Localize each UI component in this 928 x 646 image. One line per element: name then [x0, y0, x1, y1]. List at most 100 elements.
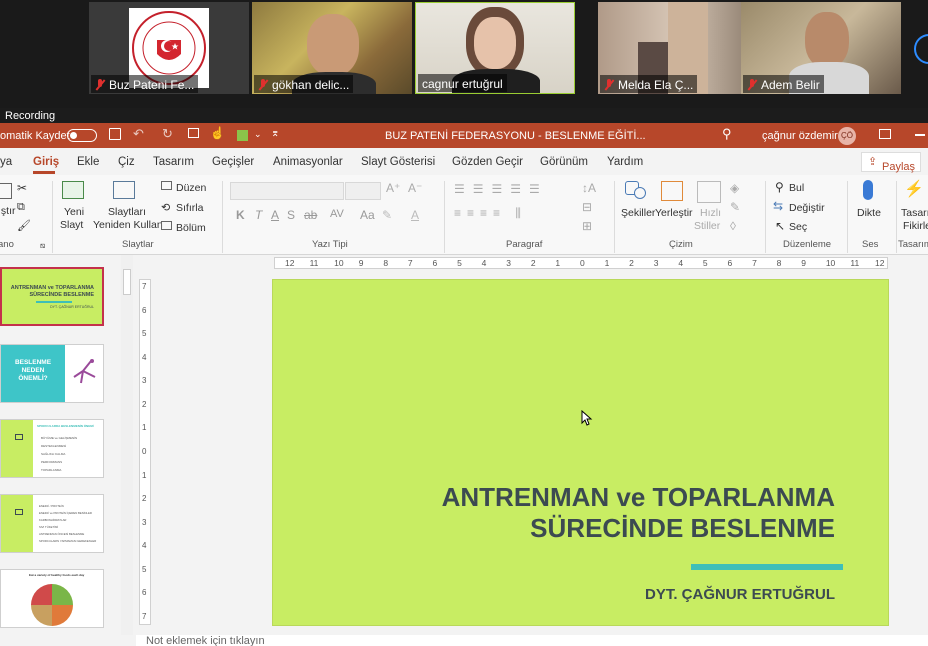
- quick-styles-icon[interactable]: [697, 181, 721, 203]
- tab-home[interactable]: Giriş: [33, 156, 59, 168]
- minimize-icon[interactable]: [915, 134, 925, 136]
- italic-icon[interactable]: T: [255, 208, 262, 222]
- section-button[interactable]: Bölüm: [176, 222, 206, 234]
- font-size-select[interactable]: [345, 182, 381, 200]
- slide-thumbnail-4[interactable]: ENERJİ / PROTEİN ENERJİ ve PROTEİN İÇERE…: [0, 494, 104, 553]
- slide-thumbnail-5[interactable]: Eat a variety of healthy foods each day: [0, 569, 104, 628]
- autosave-toggle[interactable]: [67, 129, 97, 142]
- designer-label-2[interactable]: Fikirle: [903, 220, 928, 232]
- shape-fill-icon[interactable]: ◈: [730, 181, 739, 195]
- tab-draw[interactable]: Çiz: [118, 156, 135, 168]
- share-icon: ⇪: [868, 156, 878, 168]
- reuse-slides-label[interactable]: Slaytları: [108, 206, 146, 218]
- chevron-down-icon[interactable]: ⌄: [254, 129, 262, 140]
- shapes-button[interactable]: Şekiller: [621, 207, 655, 219]
- reuse-slides-icon[interactable]: [113, 181, 135, 199]
- tab-slideshow[interactable]: Slayt Gösterisi: [361, 156, 435, 168]
- thumbnails-scrollbar[interactable]: [121, 255, 133, 635]
- dialog-launcher-icon[interactable]: ⧅: [40, 241, 45, 251]
- strikethrough-icon[interactable]: ab: [304, 208, 317, 222]
- color-icon[interactable]: [237, 130, 248, 141]
- participant-tile-3[interactable]: cagnur ertuğrul: [415, 2, 575, 94]
- select-button[interactable]: Seç: [789, 221, 807, 233]
- undo-icon[interactable]: ↶: [133, 126, 144, 142]
- arrange-icon[interactable]: [661, 181, 683, 201]
- paste-icon[interactable]: [0, 183, 12, 199]
- new-slide-label[interactable]: Yeni: [64, 206, 84, 218]
- highlight-icon[interactable]: ✎: [382, 208, 392, 222]
- underline-icon[interactable]: A: [271, 208, 279, 222]
- save-icon[interactable]: [109, 128, 121, 140]
- copy-icon[interactable]: ⧉: [17, 201, 25, 214]
- slide-thumbnail-2[interactable]: BESLENME NEDEN ÖNEMLİ?: [0, 344, 104, 403]
- next-page-button[interactable]: [914, 34, 928, 64]
- shape-outline-icon[interactable]: ✎: [730, 200, 740, 214]
- smartart-icon[interactable]: ⊞: [582, 219, 592, 233]
- slide-title[interactable]: ANTRENMAN ve TOPARLANMA SÜRECİNDE BESLEN…: [315, 482, 835, 544]
- tab-transitions[interactable]: Geçişler: [212, 156, 254, 168]
- participant-tile-4[interactable]: Melda Ela Ç...: [598, 2, 758, 94]
- quick-styles-label[interactable]: Hızlı: [700, 207, 721, 219]
- designer-icon[interactable]: ⚡: [904, 179, 924, 199]
- slide-thumbnail-1[interactable]: ANTRENMAN ve TOPARLANMA SÜRECİNDE BESLEN…: [0, 267, 104, 326]
- font-color-icon[interactable]: A: [411, 208, 419, 222]
- tab-file[interactable]: ya: [0, 156, 12, 168]
- touch-mode-icon[interactable]: ☝: [210, 126, 225, 140]
- decrease-font-icon[interactable]: A⁻: [408, 181, 422, 195]
- spacing-icon[interactable]: AV: [330, 208, 344, 220]
- dictate-button[interactable]: Dikte: [857, 207, 881, 219]
- ruler-tick-label: 7: [142, 282, 147, 291]
- vertical-ruler: 7 6 5 4 3 2 1 0 1 2 3 4 5 6 7: [139, 279, 151, 625]
- ruler-tick-label: 5: [457, 258, 462, 268]
- increase-font-icon[interactable]: A⁺: [386, 181, 400, 195]
- new-slide-label-2[interactable]: Slayt: [60, 219, 83, 231]
- notes-pane[interactable]: Not eklemek için tıklayın: [136, 635, 928, 646]
- reset-button[interactable]: Sıfırla: [176, 202, 203, 214]
- presenter-icon[interactable]: [188, 128, 199, 138]
- participant-name-bar: Adem Belir: [743, 75, 824, 93]
- designer-label[interactable]: Tasarı: [901, 207, 928, 219]
- ribbon-display-icon[interactable]: [879, 129, 891, 139]
- replace-button[interactable]: Değiştir: [789, 202, 825, 214]
- document-title[interactable]: BUZ PATENİ FEDERASYONU - BESLENME EĞİTİ.…: [385, 130, 646, 142]
- search-icon[interactable]: ⚲: [722, 126, 732, 142]
- format-painter-icon[interactable]: 🖌: [17, 219, 31, 232]
- tab-insert[interactable]: Ekle: [77, 156, 99, 168]
- slide-canvas[interactable]: ANTRENMAN ve TOPARLANMA SÜRECİNDE BESLEN…: [272, 279, 889, 626]
- participant-tile-5[interactable]: Adem Belir: [741, 2, 901, 94]
- dictate-icon[interactable]: [863, 180, 873, 200]
- new-slide-icon[interactable]: [62, 181, 84, 199]
- shape-effects-icon[interactable]: ◊: [730, 219, 736, 233]
- redo-icon[interactable]: ↻: [162, 126, 173, 142]
- participant-name: gökhan delic...: [272, 77, 350, 92]
- text-direction-icon[interactable]: ↕A: [582, 181, 596, 195]
- tab-view[interactable]: Görünüm: [540, 156, 588, 168]
- shadow-icon[interactable]: S: [287, 208, 295, 222]
- list-icons[interactable]: ☰☰☰☰☰: [454, 182, 548, 196]
- align-icons[interactable]: ≡≡≡≡ ⫼: [454, 206, 527, 221]
- find-button[interactable]: Bul: [789, 182, 804, 194]
- layout-button[interactable]: Düzen: [176, 182, 206, 194]
- slide-author[interactable]: DYT. ÇAĞNUR ERTUĞRUL: [645, 586, 835, 603]
- align-text-icon[interactable]: ⊟: [582, 200, 592, 214]
- cut-icon[interactable]: ✂: [17, 181, 27, 195]
- reuse-slides-label-2[interactable]: Yeniden Kullan: [93, 219, 163, 231]
- slide-thumbnail-3[interactable]: SPORCULARDA BESLENMENİN ÖNEMİ BÜYÜME ve …: [0, 419, 104, 478]
- participant-tile-2[interactable]: gökhan delic...: [252, 2, 412, 94]
- change-case-icon[interactable]: Aa: [360, 208, 375, 222]
- tab-help[interactable]: Yardım: [607, 156, 643, 168]
- avatar[interactable]: ÇÖ: [838, 127, 856, 145]
- tab-design[interactable]: Tasarım: [153, 156, 194, 168]
- quick-styles-label-2[interactable]: Stiller: [694, 220, 720, 232]
- participant-name: cagnur ertuğrul: [422, 76, 503, 91]
- participant-tile-1[interactable]: Buz Pateni Fe...: [89, 2, 249, 94]
- customize-toolbar-icon[interactable]: ⌆: [271, 128, 279, 139]
- arrange-button[interactable]: Yerleştir: [655, 207, 693, 219]
- bold-icon[interactable]: K: [236, 208, 245, 222]
- share-button[interactable]: ⇪ Paylaş: [861, 152, 921, 173]
- tab-animations[interactable]: Animasyonlar: [273, 156, 343, 168]
- font-family-select[interactable]: [230, 182, 344, 200]
- thumb-list-item: SIVI TÜKETİMİ: [39, 525, 59, 529]
- paste-label[interactable]: ıştır: [0, 205, 16, 217]
- tab-review[interactable]: Gözden Geçir: [452, 156, 523, 168]
